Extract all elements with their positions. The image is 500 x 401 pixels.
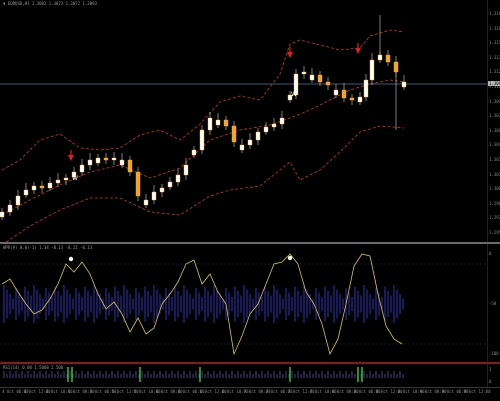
signal-label: W [72, 175, 78, 182]
oscillator-chart[interactable] [0, 244, 487, 362]
candle-body [215, 119, 221, 126]
oscillator-header: WPR(9) 0.0(-1) 1.34 -0.13 -0.22 -0.13 [3, 245, 93, 250]
candle-body [151, 191, 157, 201]
signal-label: W [291, 91, 297, 98]
red-down-arrow-icon [68, 155, 74, 161]
price-tick-label: 1.2985 [489, 200, 500, 206]
candle-body [135, 171, 141, 197]
lower-indicator-axis[interactable]: 20 [487, 364, 500, 387]
signal-marker [355, 43, 361, 54]
candle-body [127, 159, 133, 173]
lower-indicator-pane[interactable]: RSI(14) 0.00 1.5088 2.500 [0, 364, 487, 387]
candle-body [167, 181, 173, 188]
candle-body [349, 97, 355, 101]
price-tick-label: 1.3120 [489, 69, 500, 75]
price-tick-label: 1.2955 [489, 230, 500, 235]
price-tick-label: 1.3015 [489, 171, 500, 177]
candle-body [325, 81, 331, 86]
candle-body [317, 74, 323, 83]
oscillator-tick-label: -100 [489, 351, 499, 356]
candle-body [369, 59, 375, 81]
candle-body [239, 144, 245, 151]
oscillator-tick-label: 0 [489, 251, 492, 256]
lower-indicator-chart[interactable] [0, 364, 487, 387]
oscillator-pane[interactable]: WPR(9) 0.0(-1) 1.34 -0.13 -0.22 -0.13 [0, 244, 487, 362]
time-axis[interactable]: 4 Oct 06:00 4 Oct 12:00 4 Oct 18:00 5 Oct 0… [0, 387, 500, 401]
candle-body [143, 199, 149, 206]
candle-body [247, 139, 253, 146]
candle-body [385, 54, 391, 63]
candle-body [377, 54, 383, 61]
candle-body [271, 123, 277, 128]
price-axis[interactable]: 1.31801.31651.31501.31351.31201.31051.30… [487, 0, 500, 242]
chart-header: ▼ EURUSD,H1 1.3082 1.3073 1.3072 1.3093 [3, 1, 97, 6]
red-down-arrow-icon [287, 52, 293, 58]
price-tick-label: 1.3075 [489, 113, 500, 119]
candle-body [63, 177, 69, 181]
price-tick-label: 1.3000 [489, 186, 500, 192]
signal-marker [287, 47, 293, 58]
current-price-tag: 1.3093 [488, 81, 500, 86]
main-price-chart[interactable]: WW ▼ EURUSD,H1 1.3082 1.3073 1.3072 1.30… [0, 0, 487, 242]
candle-body [103, 157, 109, 161]
candle-body [95, 157, 101, 164]
price-tick-label: 1.3150 [489, 40, 500, 46]
oscillator-axis[interactable]: 0 -50 -100 [487, 244, 500, 362]
signal-dot-icon [68, 256, 74, 262]
oscillator-tick-label: -50 [489, 301, 497, 306]
candle-body [15, 195, 21, 206]
candle-body [207, 117, 213, 131]
signal-dot-icon [287, 255, 293, 261]
red-down-arrow-icon [355, 48, 361, 54]
candle-body [263, 126, 269, 133]
candle-body [333, 89, 339, 96]
price-tick-label: 1.3045 [489, 142, 500, 148]
candle-body [23, 189, 29, 196]
signal-marker [68, 150, 74, 161]
price-tick-label: 1.3030 [489, 157, 500, 162]
candle-body [199, 129, 205, 151]
candle-body [111, 157, 117, 161]
price-tick-label: 1.3180 [489, 11, 500, 16]
lower-tick-label: 2 [489, 367, 492, 372]
candle-body [191, 149, 197, 156]
price-tick-label: 1.2970 [489, 215, 500, 221]
candle-body [401, 81, 407, 88]
price-tick-label: 1.3060 [489, 127, 500, 133]
candle-body [363, 79, 369, 98]
candle-body [231, 125, 237, 143]
price-tick-label: 1.3135 [489, 54, 500, 60]
candle-body [7, 204, 13, 213]
candle-body [301, 71, 307, 75]
time-tick-label: 9 Oct 12:00 [464, 389, 491, 394]
candle-body [119, 159, 125, 166]
candle-body [357, 96, 363, 103]
candle-body [255, 131, 261, 141]
price-tick-label: 1.3165 [489, 25, 500, 31]
candlestick-chart[interactable]: WW [0, 0, 487, 242]
lower-tick-label: 0 [489, 379, 492, 384]
candle-body [0, 211, 5, 218]
candle-body [223, 119, 229, 127]
candle-body [309, 74, 315, 81]
candle-body [79, 164, 85, 173]
candle-body [279, 117, 285, 125]
candle-body [87, 159, 93, 166]
candle-body [159, 187, 165, 193]
candle-body [183, 164, 189, 176]
candle-body [175, 174, 181, 183]
candle-body [31, 185, 37, 191]
price-tick-label: 1.3090 [489, 98, 500, 104]
candle-body [39, 185, 45, 189]
lower-indicator-header: RSI(14) 0.00 1.5088 2.500 [3, 365, 64, 370]
candle-body [341, 89, 347, 99]
candle-body [393, 61, 399, 73]
candle-body [55, 179, 61, 184]
candle-body [47, 182, 53, 189]
